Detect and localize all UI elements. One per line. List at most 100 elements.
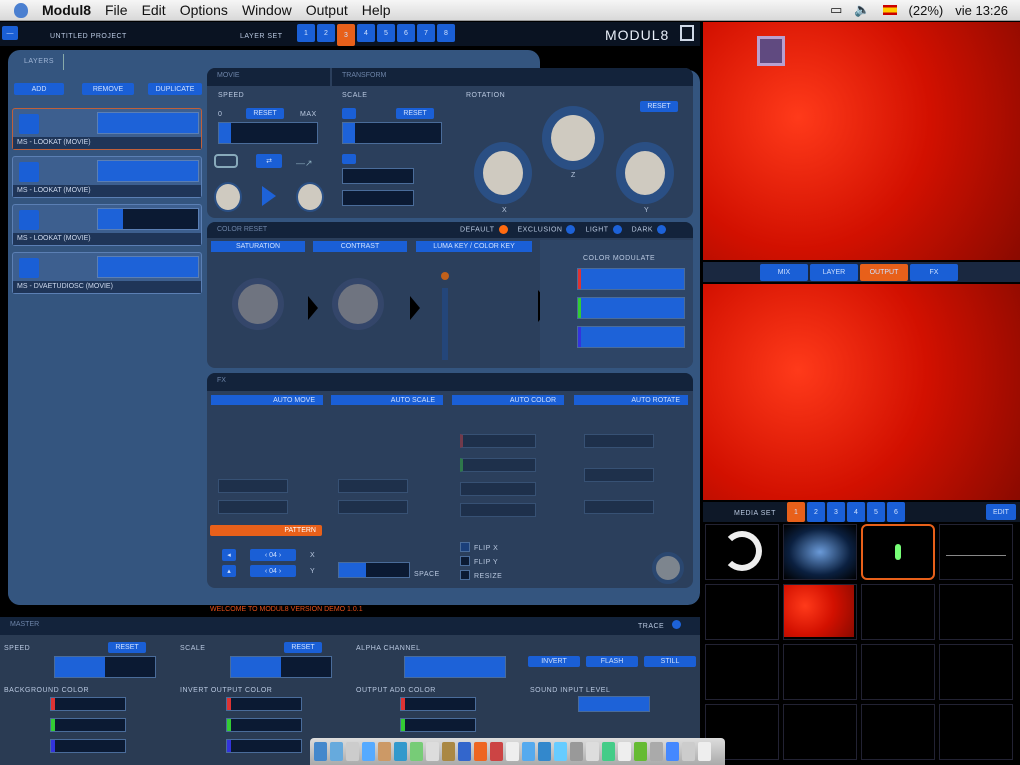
dock-app-icon[interactable] (522, 742, 535, 761)
still-button[interactable]: STILL (644, 656, 696, 667)
master-color-slider[interactable] (226, 739, 302, 753)
layer-thumbnail[interactable] (19, 210, 39, 230)
volume-icon[interactable]: 🔈 (854, 2, 870, 18)
layer-set-5[interactable]: 5 (377, 24, 395, 42)
blend-mode-radio[interactable] (566, 225, 576, 234)
dock-app-icon[interactable] (602, 742, 615, 761)
scale-slider[interactable] (342, 122, 442, 144)
collapse-button[interactable]: — (2, 26, 18, 40)
play-icon[interactable] (262, 186, 276, 206)
dock-app-icon[interactable] (426, 742, 439, 761)
duplicate-button[interactable]: DUPLICATE (148, 83, 202, 95)
sound-input-slider[interactable] (578, 696, 650, 712)
menu-window[interactable]: Window (242, 2, 292, 18)
rotation-y-knob[interactable] (616, 142, 674, 204)
preview-tab-layer[interactable]: LAYER (810, 264, 858, 281)
dock-app-icon[interactable] (698, 742, 711, 761)
dock-app-icon[interactable] (666, 742, 679, 761)
clock[interactable]: vie 13:26 (955, 3, 1008, 18)
position-y-slider[interactable] (342, 190, 414, 206)
layer-set-1[interactable]: 1 (297, 24, 315, 42)
auto-move-slider-1[interactable] (218, 479, 288, 493)
media-slot[interactable] (705, 644, 779, 700)
layer-set-3[interactable]: 3 (337, 24, 355, 46)
master-color-slider[interactable] (400, 697, 476, 711)
auto-rotate-z-slider[interactable] (584, 500, 654, 514)
layer-set-8[interactable]: 8 (437, 24, 455, 42)
media-slot[interactable] (783, 644, 857, 700)
once-icon[interactable]: —↗ (296, 158, 313, 169)
resize-checkbox[interactable] (460, 570, 470, 580)
rotation-z-knob[interactable] (542, 106, 604, 170)
media-set-4[interactable]: 4 (847, 502, 865, 522)
space-slider[interactable] (338, 562, 410, 578)
media-set-2[interactable]: 2 (807, 502, 825, 522)
layer-set-4[interactable]: 4 (357, 24, 375, 42)
pingpong-icon[interactable]: ⇄ (256, 154, 282, 168)
media-slot[interactable] (939, 704, 1013, 760)
media-slot[interactable] (939, 524, 1013, 580)
layer-item[interactable]: MS - LOOKAT (MOVIE) (12, 156, 202, 198)
menu-file[interactable]: File (105, 2, 128, 18)
menu-app[interactable]: Modul8 (42, 2, 91, 18)
media-slot[interactable] (783, 524, 857, 580)
preview-tab-output[interactable]: OUTPUT (860, 264, 908, 281)
flash-button[interactable]: FLASH (586, 656, 638, 667)
dock-app-icon[interactable] (586, 742, 599, 761)
dock-app-icon[interactable] (570, 742, 583, 761)
master-color-slider[interactable] (50, 739, 126, 753)
media-slot[interactable] (783, 584, 857, 640)
menu-edit[interactable]: Edit (142, 2, 166, 18)
auto-color-speed-slider[interactable] (460, 503, 536, 517)
pattern-y-stepper[interactable]: ‹ 04 › (250, 565, 296, 577)
layer-alpha-slider[interactable] (97, 160, 199, 182)
dock-app-icon[interactable] (362, 742, 375, 761)
rotation-reset-button[interactable]: RESET (640, 101, 678, 112)
display-icon[interactable]: ▭ (830, 2, 842, 18)
media-set-3[interactable]: 3 (827, 502, 845, 522)
position-lock-button[interactable] (342, 154, 356, 164)
dock-app-icon[interactable] (538, 742, 551, 761)
layer-alpha-slider[interactable] (97, 208, 199, 230)
media-slot[interactable] (861, 584, 935, 640)
pattern-button[interactable]: PATTERN (210, 525, 322, 536)
auto-scale-slider-1[interactable] (338, 479, 408, 493)
pattern-x-button[interactable]: ◂ (222, 549, 236, 561)
master-color-slider[interactable] (50, 697, 126, 711)
auto-rotate-y-slider[interactable] (584, 468, 654, 482)
blend-mode-radio[interactable] (498, 225, 508, 234)
dock-app-icon[interactable] (314, 742, 327, 761)
media-slot[interactable] (705, 584, 779, 640)
add-button[interactable]: ADD (14, 83, 64, 95)
dock-app-icon[interactable] (634, 742, 647, 761)
menu-output[interactable]: Output (306, 2, 348, 18)
media-slot[interactable] (861, 644, 935, 700)
layer-set-7[interactable]: 7 (417, 24, 435, 42)
scale-lock-button[interactable] (342, 108, 356, 119)
dock-app-icon[interactable] (330, 742, 343, 761)
blend-mode-dark[interactable]: DARK (632, 225, 667, 234)
blend-mode-radio[interactable] (657, 225, 667, 234)
blend-mode-radio[interactable] (612, 225, 622, 234)
speed-knob-left[interactable] (214, 182, 242, 212)
dock-app-icon[interactable] (394, 742, 407, 761)
preview-tab-mix[interactable]: MIX (760, 264, 808, 281)
auto-rotate-x-slider[interactable] (584, 434, 654, 448)
dock-app-icon[interactable] (442, 742, 455, 761)
alpha-channel-slider[interactable] (404, 656, 506, 678)
media-slot[interactable] (939, 584, 1013, 640)
invert-button[interactable]: INVERT (528, 656, 580, 667)
rotation-x-knob[interactable] (474, 142, 532, 204)
speed-knob-right[interactable] (296, 182, 324, 212)
layer-set-6[interactable]: 6 (397, 24, 415, 42)
dock-app-icon[interactable] (506, 742, 519, 761)
master-scale-reset[interactable]: RESET (284, 642, 322, 653)
dock-app-icon[interactable] (490, 742, 503, 761)
layer-set-2[interactable]: 2 (317, 24, 335, 42)
pattern-y-button[interactable]: ▴ (222, 565, 236, 577)
modulate-blue-slider[interactable] (577, 326, 685, 348)
contrast-knob[interactable] (332, 278, 384, 330)
layer-item[interactable]: MS - LOOKAT (MOVIE) (12, 204, 202, 246)
media-set-1[interactable]: 1 (787, 502, 805, 522)
auto-move-slider-2[interactable] (218, 500, 288, 514)
